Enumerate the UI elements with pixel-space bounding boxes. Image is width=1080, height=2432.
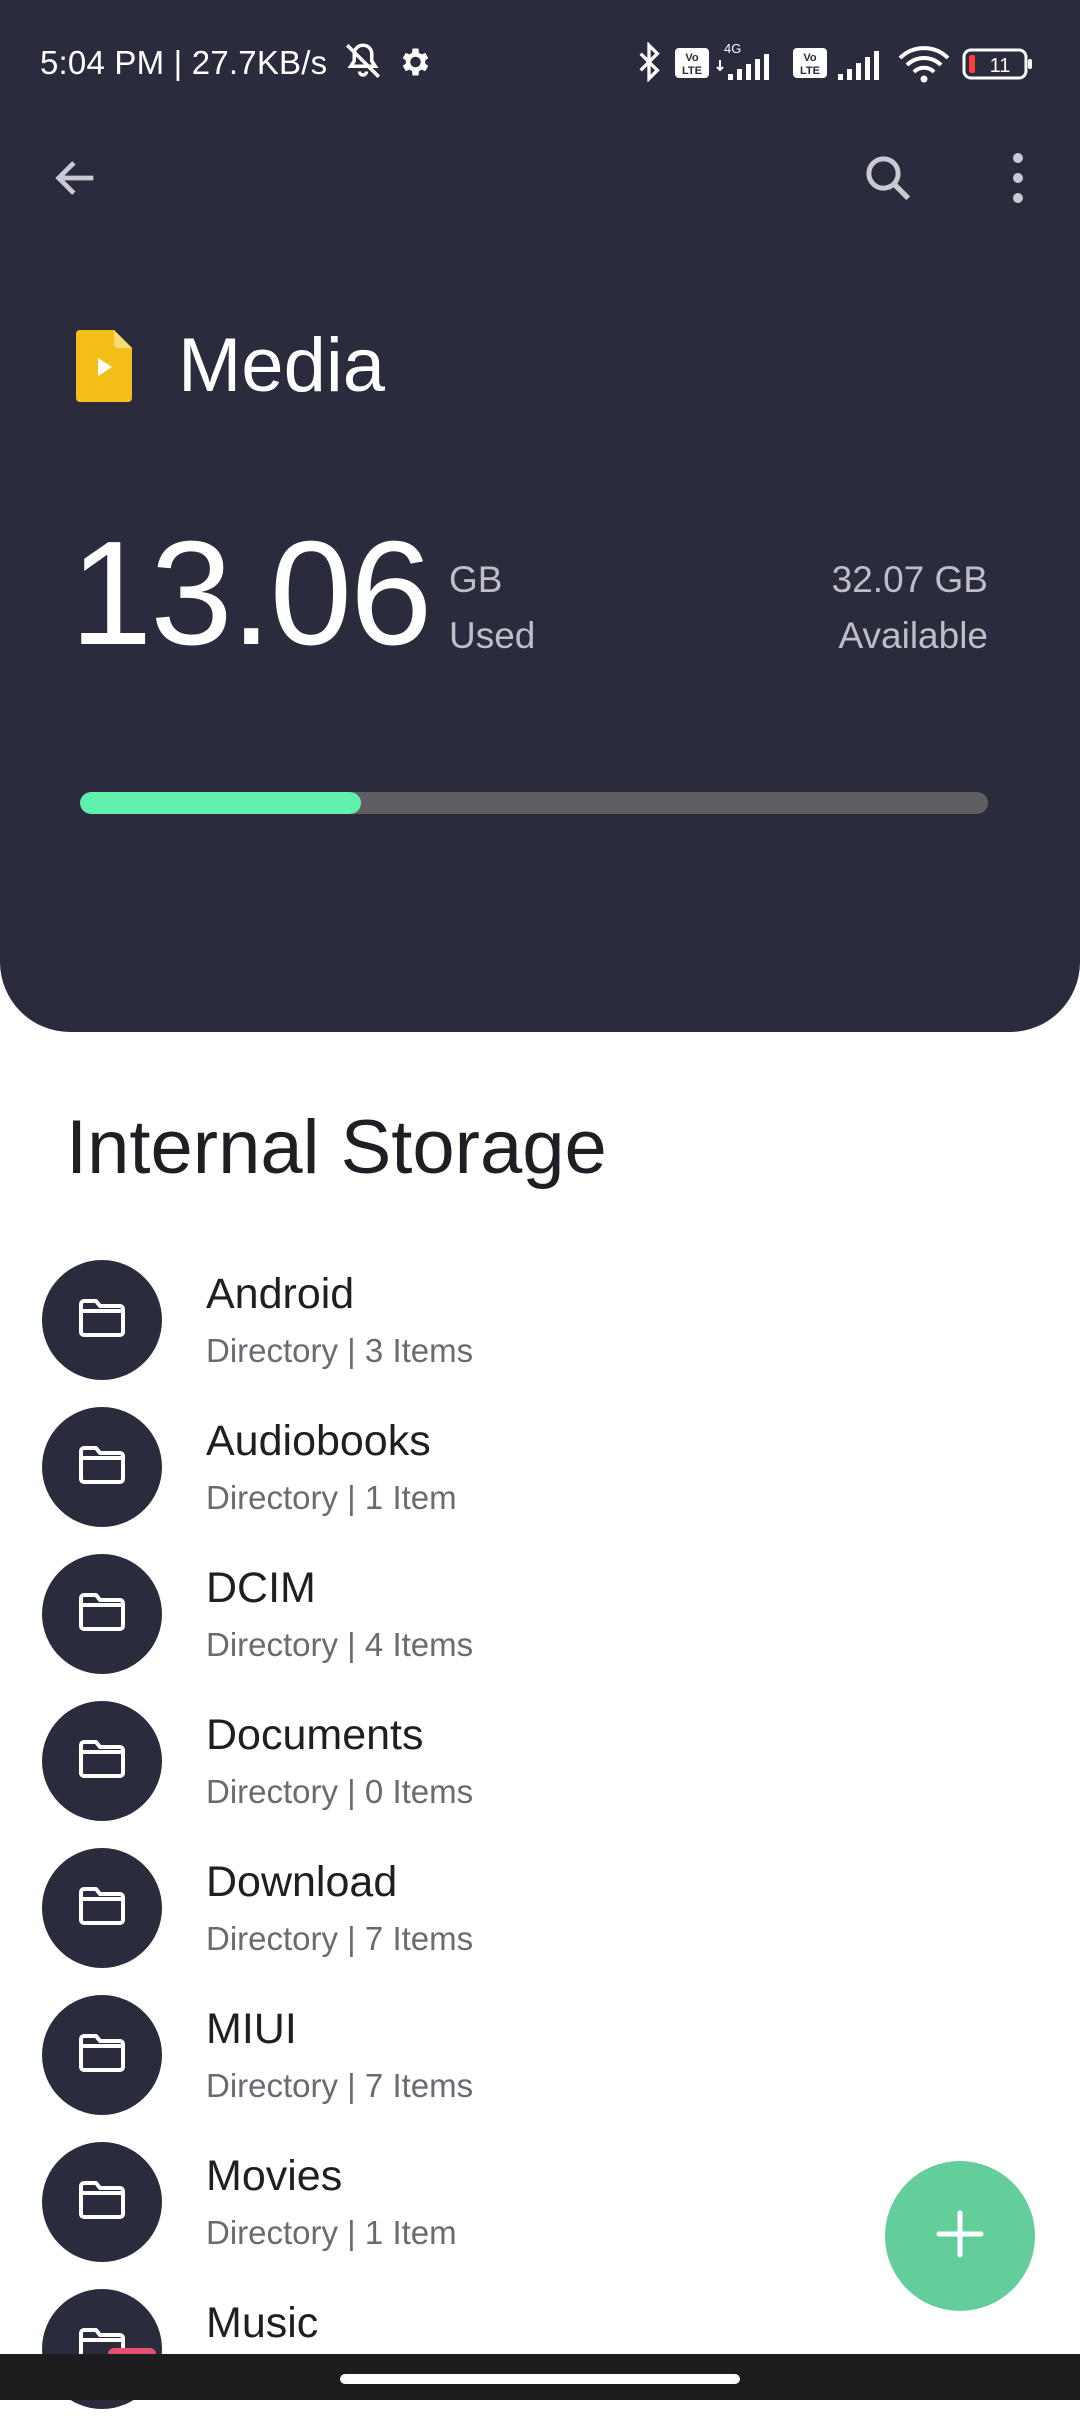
folder-meta: Directory | 3 Items <box>206 1332 474 1369</box>
folder-name: Android <box>206 1270 355 1318</box>
used-storage-value: 13.06 <box>70 511 432 676</box>
mute-icon <box>342 40 384 87</box>
folder-meta: Directory | 0 Items <box>206 1773 474 1810</box>
folder-icon <box>78 1886 126 1931</box>
folder-name: Movies <box>206 2152 343 2200</box>
used-storage-unit-block: GB Used <box>449 552 535 664</box>
plus-icon <box>935 2209 985 2264</box>
svg-text:Vo: Vo <box>803 52 817 64</box>
folder-list-item[interactable]: DCIM Directory | 4 Items <box>0 1550 1080 1697</box>
more-vert-icon <box>1010 152 1026 209</box>
folder-avatar <box>42 2142 162 2262</box>
folder-icon <box>78 1298 126 1343</box>
status-time: 5:04 PM | 27.7KB/s <box>40 44 328 81</box>
folder-icon <box>78 2033 126 2078</box>
storage-progress-fill <box>80 792 362 814</box>
network-tag: 4G <box>724 41 741 56</box>
battery-icon: 11 <box>962 46 1034 87</box>
back-button[interactable] <box>36 140 116 220</box>
folder-meta: Directory | 7 Items <box>206 1920 474 1957</box>
signal-icon: 4G <box>716 40 786 87</box>
wifi-icon <box>896 44 952 89</box>
folder-name: Audiobooks <box>206 1417 431 1465</box>
media-file-icon <box>76 330 132 402</box>
used-storage-unit: GB <box>449 559 503 600</box>
folder-avatar <box>42 1848 162 1968</box>
available-storage-value: 32.07 GB <box>831 559 988 600</box>
available-storage-block: 32.07 GB Available <box>832 552 988 664</box>
section-title: Internal Storage <box>66 1105 607 1190</box>
folder-name: Download <box>206 1858 398 1906</box>
more-options-button[interactable] <box>978 140 1058 220</box>
folder-list-item[interactable]: Download Directory | 7 Items <box>0 1844 1080 1991</box>
folder-avatar <box>42 1407 162 1527</box>
signal-icon <box>836 44 886 87</box>
folder-avatar <box>42 1995 162 2115</box>
folder-meta: Directory | 7 Items <box>206 2067 474 2104</box>
battery-level: 11 <box>990 55 1011 77</box>
folder-icon <box>78 1592 126 1637</box>
folder-list-item[interactable]: Audiobooks Directory | 1 Item <box>0 1403 1080 1550</box>
home-gesture-handle[interactable] <box>340 2374 740 2384</box>
svg-text:LTE: LTE <box>800 65 820 77</box>
folder-name: Music <box>206 2299 319 2347</box>
status-bar: 5:04 PM | 27.7KB/s Vo LTE 4G Vo LTE 11 <box>0 0 1080 130</box>
available-storage-label: Available <box>838 615 988 656</box>
folder-meta: Directory | 4 Items <box>206 1626 474 1663</box>
volte-icon: Vo LTE <box>792 47 828 84</box>
folder-icon <box>78 2180 126 2225</box>
folder-list-item[interactable]: Android Directory | 3 Items <box>0 1256 1080 1403</box>
storage-progress-bar <box>80 792 988 814</box>
svg-text:LTE: LTE <box>682 65 702 77</box>
folder-icon <box>78 1445 126 1490</box>
page-title: Media <box>178 323 385 408</box>
folder-name: MIUI <box>206 2005 297 2053</box>
back-arrow-icon <box>50 152 102 209</box>
search-icon <box>861 151 915 210</box>
svg-text:Vo: Vo <box>685 52 699 64</box>
folder-meta: Directory | 1 Item <box>206 2214 457 2251</box>
volte-icon: Vo LTE <box>674 47 710 84</box>
folder-avatar <box>42 1554 162 1674</box>
system-nav-bar <box>0 2354 1080 2400</box>
folder-list-item[interactable]: Documents Directory | 0 Items <box>0 1697 1080 1844</box>
folder-avatar <box>42 1701 162 1821</box>
folder-meta: Directory | 1 Item <box>206 1479 457 1516</box>
folder-name: DCIM <box>206 1564 316 1612</box>
gear-icon <box>396 44 432 85</box>
search-button[interactable] <box>848 140 928 220</box>
used-storage-label: Used <box>449 615 536 656</box>
folder-avatar <box>42 1260 162 1380</box>
folder-list-item[interactable]: MIUI Directory | 7 Items <box>0 1991 1080 2138</box>
add-button[interactable] <box>885 2161 1035 2311</box>
storage-header: 5:04 PM | 27.7KB/s Vo LTE 4G Vo LTE 11 M… <box>0 0 1080 1032</box>
folder-icon <box>78 1739 126 1784</box>
bluetooth-icon <box>634 41 664 87</box>
folder-name: Documents <box>206 1711 424 1759</box>
